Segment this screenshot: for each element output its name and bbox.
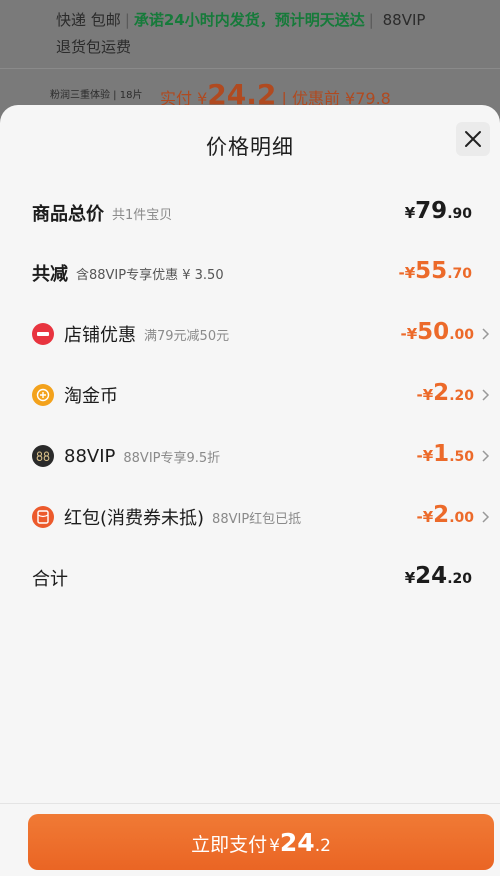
shop-discount-amount: -¥ 50.00 (400, 319, 475, 345)
sum-amount: ¥24.20 (404, 563, 472, 589)
total-reduction-label: 共减 (32, 264, 68, 285)
red-packet-icon (32, 506, 54, 528)
pay-bar: 立即支付 ¥ 24 .2 (0, 803, 500, 876)
vip-amount: -¥ 1.50 (416, 441, 475, 467)
red-packet-note: 88VIP红包已抵 (212, 511, 302, 527)
shop-discount-label: 店铺优惠 (64, 325, 136, 346)
row-red-packet[interactable]: 红包(消费券未抵) 88VIP红包已抵 -¥ 2.00 (0, 502, 500, 532)
total-reduction-amount: -¥ 55.70 (398, 258, 473, 284)
free-shipping-label: 包邮 (90, 11, 121, 29)
pay-now-label: 立即支付 (191, 834, 268, 856)
row-gold-coin[interactable]: 淘金币 -¥ 2.20 (0, 380, 500, 410)
pay-yen: ¥ (269, 836, 280, 856)
close-button[interactable] (456, 122, 490, 156)
pay-amount: 24 (279, 828, 315, 857)
row-88vip[interactable]: 88VIP 88VIP专享9.5折 -¥ 1.50 (0, 441, 500, 471)
pay-now-button[interactable]: 立即支付 ¥ 24 .2 (28, 814, 494, 870)
shop-discount-note: 满79元减50元 (144, 328, 230, 344)
shop-discount-icon (32, 323, 54, 345)
shipping-label: 快递 (56, 11, 87, 29)
chevron-right-icon (482, 450, 490, 462)
vip-label: 88VIP (64, 445, 116, 467)
gold-coin-icon (32, 384, 54, 406)
vip-label: 88VIP (382, 11, 426, 29)
gold-coin-amount: -¥ 2.20 (416, 380, 475, 406)
red-packet-amount: -¥ 2.00 (416, 502, 475, 528)
vip-88-icon (32, 445, 54, 467)
close-icon (465, 131, 481, 147)
chevron-right-icon (482, 389, 490, 401)
total-reduction-note: 含88VIP专享优惠 ¥ 3.50 (76, 267, 224, 283)
goods-total-count: 共1件宝贝 (112, 207, 173, 223)
row-sum: 合计 ¥24.20 (0, 563, 500, 593)
row-shop-discount[interactable]: 店铺优惠 满79元减50元 -¥ 50.00 (0, 319, 500, 349)
goods-total-amount: ¥79.90 (404, 198, 472, 224)
chevron-right-icon (482, 328, 490, 340)
delivery-promise: 承诺24小时内发货，预计明天送达 (133, 11, 365, 29)
vip-note: 88VIP专享9.5折 (123, 450, 221, 466)
divider (0, 68, 500, 69)
row-goods-total: 商品总价 共1件宝贝 ¥79.90 (0, 198, 500, 228)
price-detail-sheet: 价格明细 商品总价 共1件宝贝 ¥79.90 共减 含88VIP专享优惠 ¥ 3… (0, 105, 500, 876)
red-packet-label: 红包(消费券未抵) (64, 508, 205, 529)
gold-coin-label: 淘金币 (64, 386, 118, 407)
pay-amount-decimal: .2 (314, 836, 331, 856)
chevron-right-icon (482, 511, 490, 523)
row-total-reduction: 共减 含88VIP专享优惠 ¥ 3.50 -¥ 55.70 (0, 258, 500, 288)
sheet-title: 价格明细 (206, 135, 294, 159)
goods-total-label: 商品总价 (32, 204, 104, 225)
return-shipping-label: 退货包运费 (56, 38, 132, 56)
product-tag: 粉润三重体验 | 18片 (50, 90, 143, 101)
shipping-info: 快递 包邮 | 承诺24小时内发货，预计明天送达 | 88VIP (56, 11, 426, 29)
sum-label: 合计 (32, 569, 68, 590)
